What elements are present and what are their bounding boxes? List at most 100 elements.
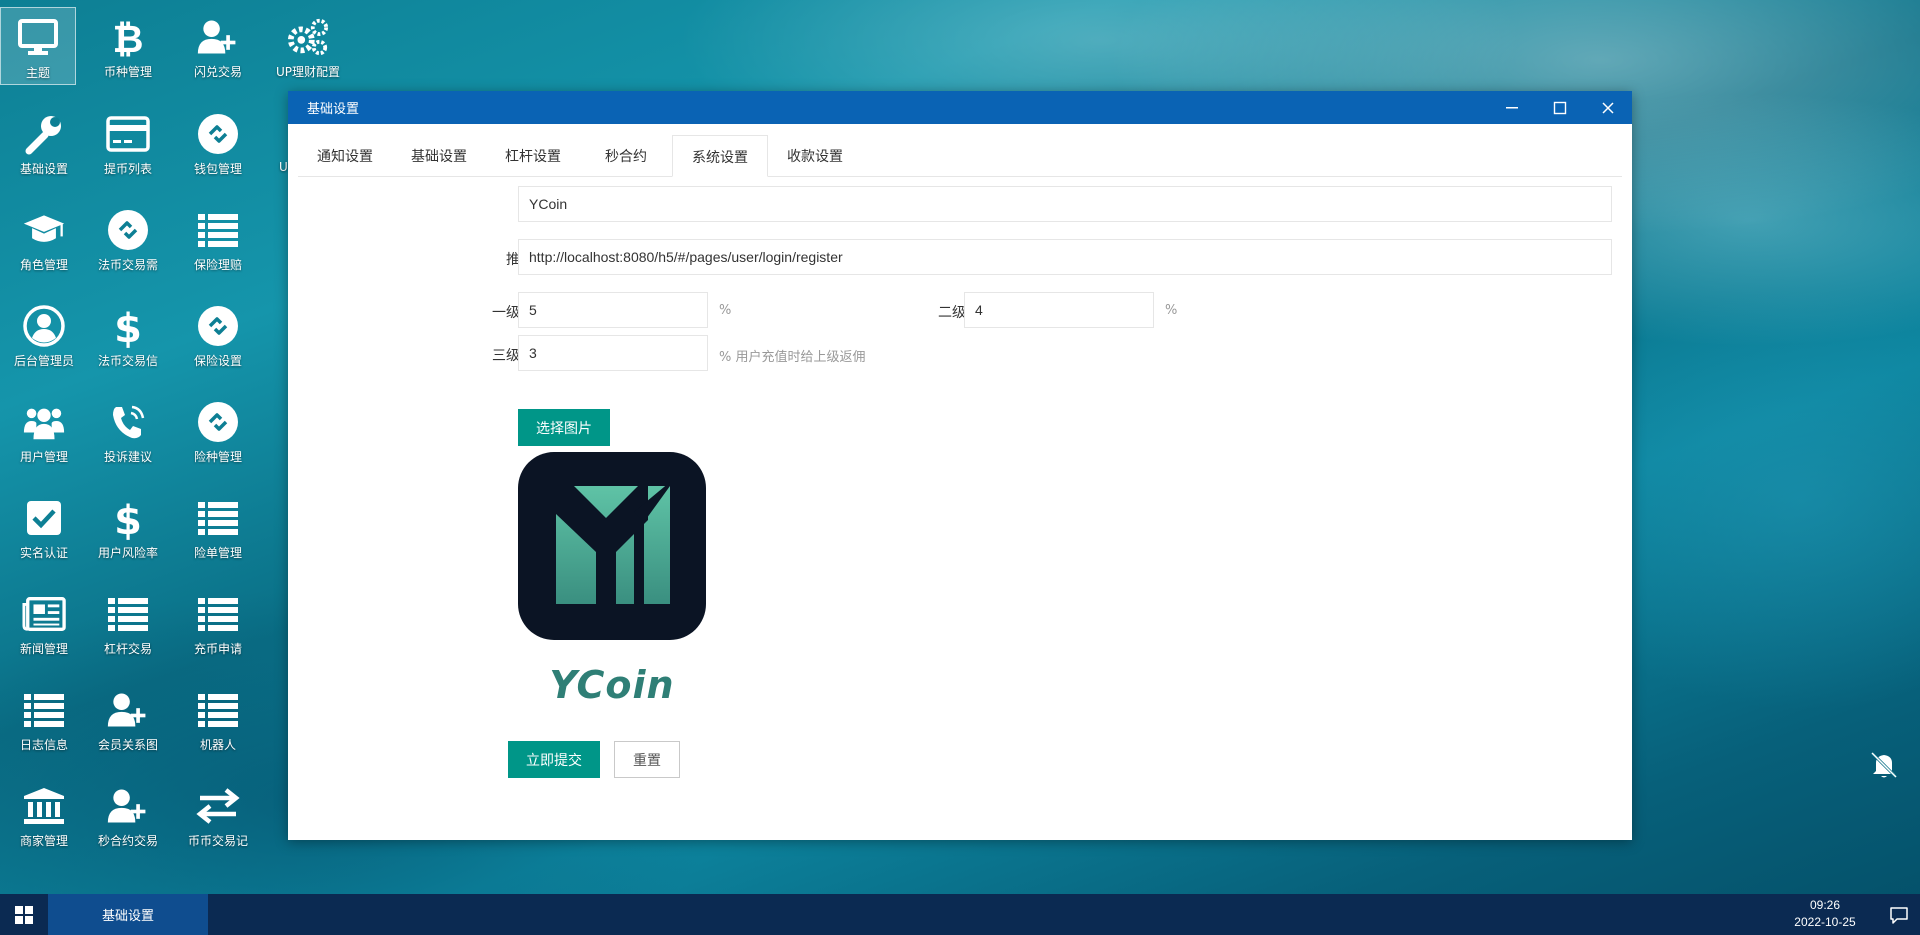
list-icon xyxy=(196,208,240,252)
desktop-icon-member-graph[interactable]: 会员关系图 xyxy=(84,680,172,766)
level3-commission-input[interactable]: 3 xyxy=(518,335,708,371)
desktop-icon-label: 秒合约交易 xyxy=(97,834,158,848)
desktop-icon-leverage[interactable]: 杠杆交易 xyxy=(84,584,172,670)
desktop-icon-real-name[interactable]: 实名认证 xyxy=(0,488,88,574)
logo-text: YCoin xyxy=(549,663,675,707)
desktop-icon-logs[interactable]: 日志信息 xyxy=(0,680,88,766)
partial-icon xyxy=(264,112,288,156)
desktop-icon-label: 币种管理 xyxy=(103,65,152,79)
desktop-icon-label: 用户风险率 xyxy=(97,546,158,560)
graduation-cap-icon xyxy=(22,208,66,252)
desktop-icon-user-risk[interactable]: $ 用户风险率 xyxy=(84,488,172,574)
desktop-icon-merchants[interactable]: 商家管理 xyxy=(0,776,88,862)
reset-button[interactable]: 重置 xyxy=(614,741,680,778)
tab-basic[interactable]: 基础设置 xyxy=(392,135,486,176)
phone-icon xyxy=(106,400,150,444)
desktop-icon-label: 新闻管理 xyxy=(19,642,68,656)
level2-unit: % xyxy=(1165,303,1178,318)
maximize-button[interactable] xyxy=(1536,91,1584,124)
link-circle-icon xyxy=(196,400,240,444)
user-plus-icon xyxy=(106,688,150,732)
user-circle-icon xyxy=(22,304,66,348)
register-link-input[interactable]: http://localhost:8080/h5/#/pages/user/lo… xyxy=(518,239,1612,275)
desktop-icon-insurance-settings[interactable]: 保险设置 xyxy=(174,296,262,382)
desktop-icon-label: 险种管理 xyxy=(193,450,242,464)
list-icon xyxy=(196,688,240,732)
desktop-icon-basic-settings[interactable]: 基础设置 xyxy=(0,104,88,190)
tab-payment[interactable]: 收款设置 xyxy=(768,135,862,176)
submit-button[interactable]: 立即提交 xyxy=(508,741,600,778)
desktop-icon-label: 险单管理 xyxy=(193,546,242,560)
settings-window: 基础设置 通知设置 基础设置 杠杆设置 秒合约 系统设置 收款设置 站点名称 Y… xyxy=(288,91,1632,840)
desktop-icon-insurance-claims[interactable]: 保险理赔 xyxy=(174,200,262,286)
user-plus-icon xyxy=(106,784,150,828)
desktop-icon-coin-trade-records[interactable]: 币币交易记 xyxy=(174,776,262,862)
desktop-icon-fiat-info[interactable]: $ 法币交易信 xyxy=(84,296,172,382)
maximize-icon xyxy=(1553,101,1567,114)
desktop-icon-up-finance[interactable]: UP理财配置 xyxy=(264,7,352,93)
desktop-icon-label: 主题 xyxy=(25,66,50,80)
desktop-icon-label: 钱包管理 xyxy=(193,162,242,176)
desktop-icon-label: 实名认证 xyxy=(19,546,68,560)
desktop-icon-label: 机器人 xyxy=(199,738,236,752)
cover-image-logo xyxy=(518,452,706,640)
desktop-icon-flash-exchange[interactable]: 闪兑交易 xyxy=(174,7,262,93)
desktop-icon-deposit-request[interactable]: 充币申请 xyxy=(174,584,262,670)
desktop-icon-label: 法币交易需 xyxy=(97,258,158,272)
svg-text:$: $ xyxy=(114,498,142,540)
start-button[interactable] xyxy=(0,894,47,935)
mute-bell-icon[interactable] xyxy=(1868,749,1900,781)
taskbar-item-basic-settings[interactable]: 基础设置 xyxy=(48,894,208,935)
bitcoin-icon: ₿ xyxy=(106,15,150,59)
desktop-icon-insurance-types[interactable]: 险种管理 xyxy=(174,392,262,478)
desktop-icon-roles[interactable]: 角色管理 xyxy=(0,200,88,286)
desktop-icon-withdraw-list[interactable]: 提币列表 xyxy=(84,104,172,190)
windows-logo-icon xyxy=(14,905,33,924)
desktop-icon-label: 法币交易信 xyxy=(97,354,158,368)
desktop-icon-label: 杠杆交易 xyxy=(103,642,152,656)
desktop-icon-label: 保险理赔 xyxy=(193,258,242,272)
level2-commission-input[interactable]: 4 xyxy=(964,292,1154,328)
svg-text:$: $ xyxy=(114,306,142,348)
desktop-icon-fiat-demand[interactable]: 法币交易需 xyxy=(84,200,172,286)
list-icon xyxy=(22,688,66,732)
minimize-button[interactable] xyxy=(1488,91,1536,124)
taskbar-clock[interactable]: 09:26 2022-10-25 xyxy=(1780,897,1870,931)
tab-second-contract[interactable]: 秒合约 xyxy=(580,135,672,176)
desktop-icon-up-partial[interactable]: UP xyxy=(264,104,288,190)
level1-commission-input[interactable]: 5 xyxy=(518,292,708,328)
tab-system[interactable]: 系统设置 xyxy=(672,135,768,177)
desktop-icon-currency[interactable]: ₿ 币种管理 xyxy=(84,7,172,93)
notification-center-icon[interactable] xyxy=(1888,904,1910,926)
tab-notification[interactable]: 通知设置 xyxy=(298,135,392,176)
clock-date: 2022-10-25 xyxy=(1794,915,1856,929)
list-icon xyxy=(196,592,240,636)
window-title: 基础设置 xyxy=(307,102,360,117)
desktop-icon-label: 商家管理 xyxy=(19,834,68,848)
window-titlebar[interactable]: 基础设置 xyxy=(288,91,1632,124)
link-circle-icon xyxy=(196,304,240,348)
desktop-icon-news[interactable]: 新闻管理 xyxy=(0,584,88,670)
wrench-icon xyxy=(22,112,66,156)
tab-leverage[interactable]: 杠杆设置 xyxy=(486,135,580,176)
desktop-icon-label: 用户管理 xyxy=(19,450,68,464)
desktop-icon-label: 币币交易记 xyxy=(187,834,248,848)
choose-image-button[interactable]: 选择图片 xyxy=(518,409,610,446)
user-plus-icon xyxy=(196,15,240,59)
check-square-icon xyxy=(22,496,66,540)
desktop-icon-label: 基础设置 xyxy=(19,162,68,176)
desktop-icon-users[interactable]: 用户管理 xyxy=(0,392,88,478)
desktop-icon-theme[interactable]: 主题 xyxy=(0,7,76,85)
desktop-icon-wallet[interactable]: 钱包管理 xyxy=(174,104,262,190)
users-icon xyxy=(22,400,66,444)
site-name-input[interactable]: YCoin xyxy=(518,186,1612,222)
desktop-icon-second-contract[interactable]: 秒合约交易 xyxy=(84,776,172,862)
newspaper-icon xyxy=(22,592,66,636)
desktop-icon-policy-management[interactable]: 险单管理 xyxy=(174,488,262,574)
desktop-icon-admins[interactable]: 后台管理员 xyxy=(0,296,88,382)
level3-unit-hint: % 用户充值时给上级返佣 xyxy=(719,350,866,365)
desktop-icon-complaints[interactable]: 投诉建议 xyxy=(84,392,172,478)
desktop-icon-label: UP xyxy=(278,160,288,174)
desktop-icon-robot[interactable]: 机器人 xyxy=(174,680,262,766)
close-button[interactable] xyxy=(1584,91,1632,124)
